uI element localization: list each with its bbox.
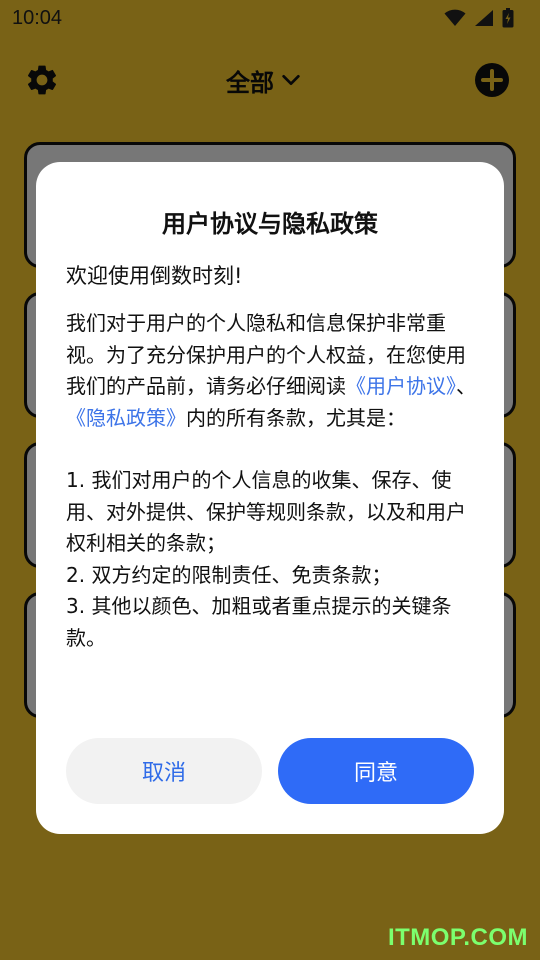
dialog-body: 我们对于用户的个人隐私和信息保护非常重视。为了充分保护用户的个人权益，在您使用我… — [66, 308, 476, 654]
dialog-title: 用户协议与隐私政策 — [162, 210, 378, 238]
watermark: ITMOP.COM — [387, 924, 528, 951]
intro-text-after: 内的所有条款，尤其是： — [186, 405, 406, 430]
privacy-agreement-dialog: 用户协议与隐私政策 欢迎使用倒数时刻! 我们对于用户的个人隐私和信息保护非常重视… — [36, 162, 504, 834]
dialog-welcome-text: 欢迎使用倒数时刻! — [66, 264, 243, 288]
dialog-intro: 我们对于用户的个人隐私和信息保护非常重视。为了充分保护用户的个人权益，在您使用我… — [66, 308, 476, 434]
agree-button[interactable]: 同意 — [278, 738, 474, 804]
privacy-policy-link[interactable]: 《隐私政策》 — [66, 406, 186, 430]
cancel-button[interactable]: 取消 — [66, 738, 262, 804]
terms-item: 1. 我们对用户的个人信息的收集、保存、使用、对外提供、保护等规则条款，以及和用… — [66, 468, 466, 555]
terms-item: 2. 双方约定的限制责任、免责条款； — [66, 562, 392, 587]
terms-item: 3. 其他以颜色、加粗或者重点提示的关键条款。 — [66, 594, 452, 650]
user-agreement-link[interactable]: 《用户协议》 — [346, 374, 456, 398]
link-separator: 、 — [456, 374, 476, 398]
